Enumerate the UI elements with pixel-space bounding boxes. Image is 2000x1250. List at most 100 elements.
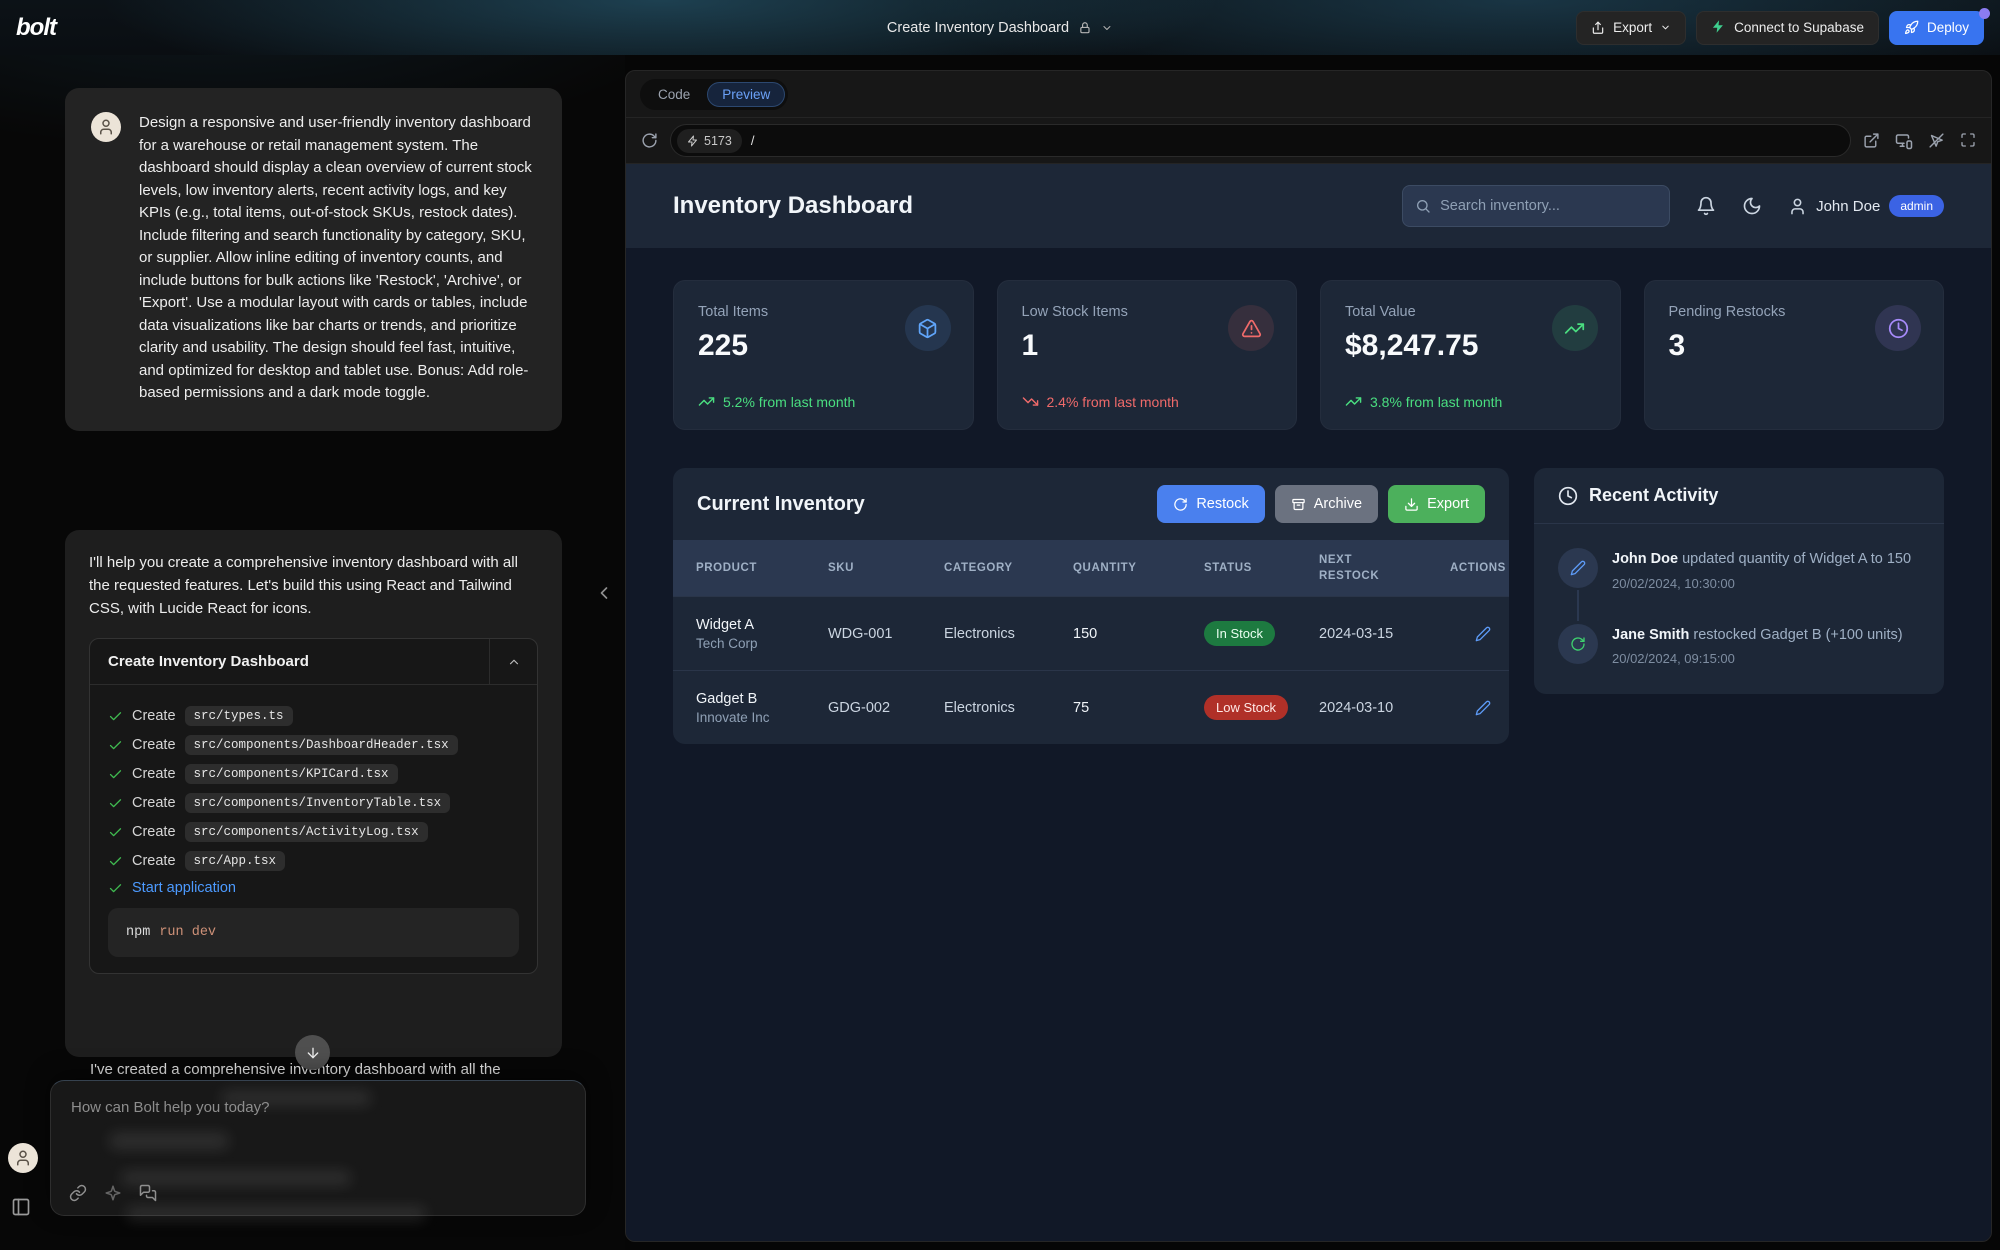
user-avatar [8, 1143, 38, 1173]
inventory-table-header: PRODUCT SKU CATEGORY QUANTITY STATUS NEX… [673, 540, 1509, 596]
scroll-to-bottom-button[interactable] [295, 1035, 330, 1070]
attach-link-icon[interactable] [69, 1184, 87, 1202]
kpi-trend: 5.2% from last month [698, 393, 855, 410]
code-preview-toggle: Code Preview [640, 79, 788, 110]
inventory-search[interactable] [1402, 185, 1670, 227]
dark-mode-toggle-moon-icon[interactable] [1742, 196, 1762, 216]
chevron-down-icon[interactable] [1101, 22, 1113, 34]
url-path: / [751, 133, 755, 148]
file-chip[interactable]: src/App.tsx [185, 851, 286, 871]
dashboard-title: Inventory Dashboard [673, 192, 913, 220]
collapse-task-button[interactable] [489, 639, 537, 684]
activity-item: Jane Smith restocked Gadget B (+100 unit… [1558, 624, 1920, 667]
export-csv-button[interactable]: Export [1388, 485, 1485, 523]
task-card-header: Create Inventory Dashboard [90, 639, 537, 685]
tab-code[interactable]: Code [643, 82, 705, 107]
user-icon [1788, 197, 1807, 216]
inventory-title: Current Inventory [697, 493, 865, 516]
account-avatar[interactable] [8, 1143, 38, 1173]
project-title: Create Inventory Dashboard [887, 20, 1069, 36]
port-pill[interactable]: 5173 [677, 129, 742, 153]
task-step: Create src/components/DashboardHeader.ts… [108, 735, 519, 755]
bell-icon[interactable] [1696, 196, 1716, 216]
clock-icon [1875, 305, 1921, 351]
chat-input-toolbar [69, 1184, 157, 1202]
search-icon [1415, 198, 1431, 214]
address-bar[interactable]: 5173 / [670, 124, 1851, 157]
topbar-actions: Export Connect to Supabase Deploy [1576, 11, 1984, 45]
check-icon [108, 854, 123, 869]
inventory-header: Current Inventory Restock Archive [673, 468, 1509, 540]
category-cell: Electronics [944, 626, 1073, 642]
activity-item: John Doe updated quantity of Widget A to… [1558, 548, 1920, 591]
refresh-icon [1558, 624, 1598, 664]
assistant-intro-text: I'll help you create a comprehensive inv… [89, 552, 538, 620]
task-step: Create src/App.tsx [108, 851, 519, 871]
role-badge: admin [1889, 195, 1944, 217]
user-message-text: Design a responsive and user-friendly in… [139, 112, 536, 405]
sidebar-toggle-icon[interactable] [11, 1197, 31, 1217]
connect-supabase-button[interactable]: Connect to Supabase [1696, 11, 1879, 45]
activity-list: John Doe updated quantity of Widget A to… [1534, 524, 1944, 694]
task-card-title: Create Inventory Dashboard [90, 639, 489, 684]
sparkles-icon[interactable] [104, 1184, 122, 1202]
task-steps: Create src/types.ts Create src/component… [90, 685, 537, 973]
responsive-devices-icon[interactable] [1895, 132, 1913, 150]
download-icon [1404, 497, 1419, 512]
chat-input-panel [50, 1080, 586, 1216]
fullscreen-icon[interactable] [1960, 132, 1976, 150]
check-icon [108, 881, 123, 896]
sku-cell: GDG-002 [828, 700, 944, 716]
check-icon [108, 796, 123, 811]
activity-header: Recent Activity [1534, 468, 1944, 524]
user-menu[interactable]: John Doe admin [1788, 195, 1944, 217]
restock-date-cell: 2024-03-10 [1319, 700, 1450, 716]
restock-date-cell: 2024-03-15 [1319, 626, 1450, 642]
assistant-outro-text: I've created a comprehensive inventory d… [90, 1061, 570, 1078]
arrow-down-icon [305, 1045, 321, 1061]
file-chip[interactable]: src/components/ActivityLog.tsx [185, 822, 428, 842]
file-chip[interactable]: src/components/DashboardHeader.tsx [185, 735, 458, 755]
clock-icon [1558, 486, 1578, 506]
assistant-message: I'll help you create a comprehensive inv… [65, 530, 562, 1057]
trending-down-icon [1022, 393, 1039, 410]
refresh-icon [1173, 497, 1188, 512]
chat-panel: Design a responsive and user-friendly in… [0, 55, 625, 1250]
blurred-text [121, 1171, 351, 1185]
kpi-low-stock: Low Stock Items 1 2.4% from last month [997, 280, 1298, 430]
archive-button[interactable]: Archive [1275, 485, 1378, 523]
app-preview: Inventory Dashboard John Doe admin [626, 164, 1991, 1241]
project-title-menu[interactable]: Create Inventory Dashboard [887, 0, 1113, 55]
deploy-button[interactable]: Deploy [1889, 11, 1984, 45]
chevron-down-icon [1660, 22, 1671, 33]
recent-activity-section: Recent Activity John Doe updated quantit… [1534, 468, 1944, 694]
user-name: John Doe [1816, 198, 1880, 215]
file-chip[interactable]: src/components/InventoryTable.tsx [185, 793, 451, 813]
user-avatar [91, 112, 121, 142]
kpi-total-value: Total Value $8,247.75 3.8% from last mon… [1320, 280, 1621, 430]
plug-zap-icon [687, 135, 699, 147]
open-external-icon[interactable] [1863, 132, 1880, 150]
export-button[interactable]: Export [1576, 11, 1686, 45]
file-chip[interactable]: src/types.ts [185, 706, 293, 726]
collapse-chat-handle[interactable] [594, 583, 614, 603]
edit-pencil-icon[interactable] [1475, 700, 1491, 716]
chat-input[interactable] [71, 1099, 551, 1153]
tab-preview[interactable]: Preview [707, 82, 785, 107]
file-chip[interactable]: src/components/KPICard.tsx [185, 764, 398, 784]
discussion-icon[interactable] [139, 1184, 157, 1202]
sku-cell: WDG-001 [828, 626, 944, 642]
search-input[interactable] [1440, 198, 1640, 214]
archive-icon [1291, 497, 1306, 512]
reload-icon[interactable] [641, 132, 658, 149]
kpi-cards: Total Items 225 5.2% from last month Low… [626, 248, 1991, 430]
inspector-off-icon[interactable] [1928, 132, 1945, 150]
restock-button[interactable]: Restock [1157, 485, 1264, 523]
terminal-command: npmrun dev [108, 908, 519, 957]
bolt-workspace: bolt Create Inventory Dashboard Export C… [0, 0, 2000, 1250]
edit-pencil-icon[interactable] [1475, 626, 1491, 642]
share-icon [1591, 21, 1605, 35]
start-application-link[interactable]: Start application [132, 880, 236, 896]
task-step: Create src/components/KPICard.tsx [108, 764, 519, 784]
chevron-up-icon [507, 655, 521, 669]
